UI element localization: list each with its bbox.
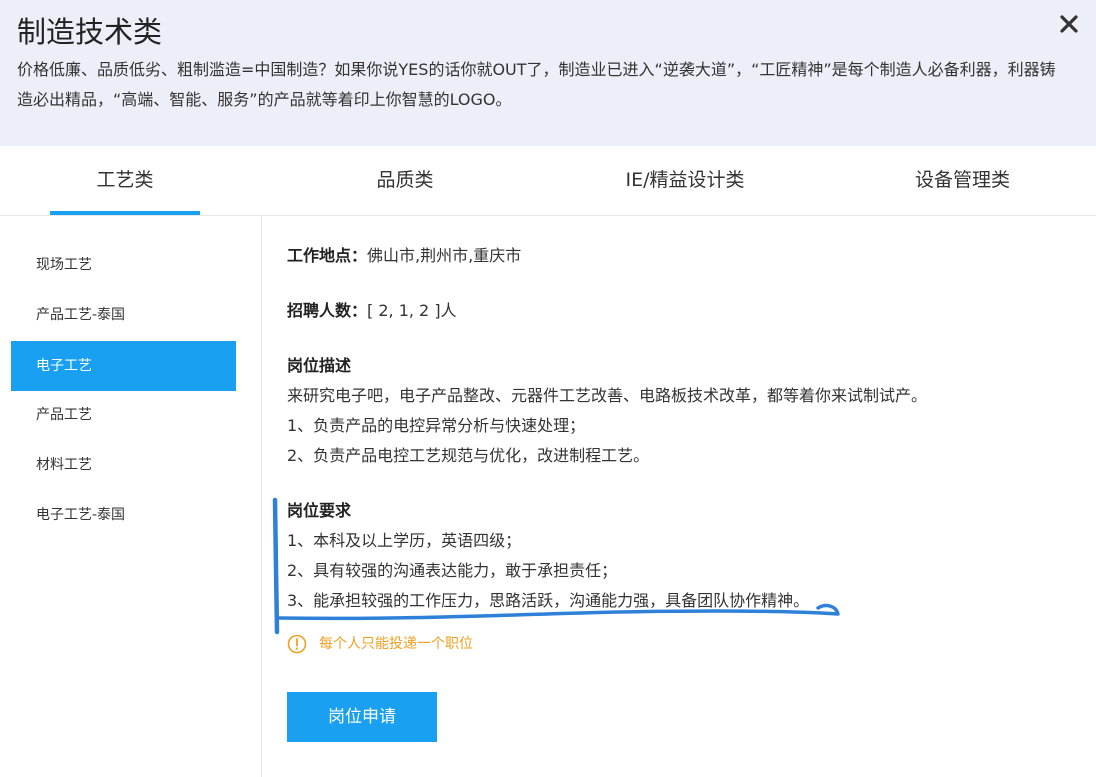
job-description-title: 岗位描述: [287, 356, 352, 375]
job-requirement-line: 2、具有较强的沟通表达能力，敢于承担责任；: [287, 561, 618, 580]
tab-quality[interactable]: 品质类: [330, 146, 480, 216]
job-description-line: 2、负责产品电控工艺规范与优化，改进制程工艺。: [287, 446, 650, 465]
location-row: 工作地点：佛山市,荆州市,重庆市: [287, 241, 521, 271]
warning-circle-icon: [287, 634, 307, 654]
job-description-line: 1、负责产品的电控异常分析与快速处理；: [287, 416, 586, 435]
sidebar-item-electronic-process[interactable]: 电子工艺: [11, 341, 236, 391]
job-description-line: 来研究电子吧，电子产品整改、元器件工艺改善、电路板技术改革，都等着你来试制试产。: [287, 386, 928, 405]
category-tabs: 工艺类 品质类 IE/精益设计类 设备管理类: [0, 146, 1096, 216]
active-tab-indicator: [50, 211, 200, 215]
job-requirement-line: 1、本科及以上学历，英语四级；: [287, 531, 522, 550]
notice-text: 每个人只能投递一个职位: [319, 636, 473, 652]
sidebar-item-product-process-thailand[interactable]: 产品工艺-泰国: [11, 290, 236, 340]
close-icon[interactable]: [1055, 10, 1083, 38]
sidebar-item-material-process[interactable]: 材料工艺: [11, 440, 236, 490]
headcount-label: 招聘人数：: [287, 301, 368, 320]
tab-process[interactable]: 工艺类: [50, 146, 200, 216]
headcount-row: 招聘人数：[ 2, 1, 2 ]人: [287, 296, 457, 326]
page-description: 价格低廉、品质低劣、粗制滥造=中国制造？如果你说YES的话你就OUT了，制造业已…: [17, 60, 1056, 109]
job-requirement-line: 3、能承担较强的工作压力，思路活跃，沟通能力强，具备团队协作精神。: [287, 591, 810, 610]
sidebar: 现场工艺 产品工艺-泰国 电子工艺 产品工艺 材料工艺 电子工艺-泰国: [0, 216, 262, 777]
sidebar-item-product-process[interactable]: 产品工艺: [11, 390, 236, 440]
tab-ie-lean-design[interactable]: IE/精益设计类: [590, 146, 780, 216]
job-requirements-title: 岗位要求: [287, 501, 352, 520]
sidebar-item-electronic-process-thailand[interactable]: 电子工艺-泰国: [11, 490, 236, 540]
page-title: 制造技术类: [17, 15, 163, 49]
location-label: 工作地点：: [287, 246, 368, 265]
apply-button[interactable]: 岗位申请: [287, 692, 437, 742]
tab-equipment-management[interactable]: 设备管理类: [880, 146, 1045, 216]
header-banner: 制造技术类 价格低廉、品质低劣、粗制滥造=中国制造？如果你说YES的话你就OUT…: [0, 0, 1096, 146]
headcount-value: [ 2, 1, 2 ]人: [367, 301, 457, 320]
location-value: 佛山市,荆州市,重庆市: [367, 246, 522, 265]
sidebar-item-onsite-process[interactable]: 现场工艺: [11, 240, 236, 290]
